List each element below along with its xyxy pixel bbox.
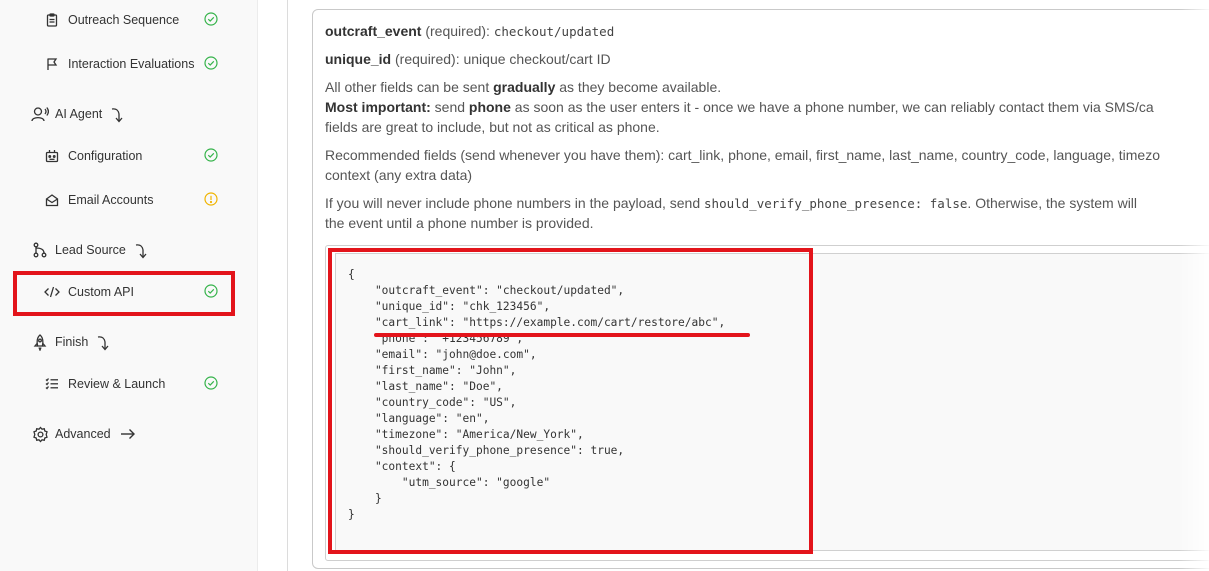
sidebar-section-finish[interactable]: Finish xyxy=(31,327,112,357)
sidebar: Outreach Sequence Interaction Evaluation… xyxy=(0,0,258,571)
flag-icon xyxy=(44,56,60,72)
arrow-turn-down-icon xyxy=(134,240,150,260)
text-segment: send xyxy=(430,99,469,115)
sidebar-item-configuration[interactable]: Configuration xyxy=(44,141,224,171)
check-circle-icon xyxy=(204,376,218,390)
text-bold: Most important: xyxy=(325,99,431,115)
sidebar-section-label: AI Agent xyxy=(55,107,103,121)
custom-api-highlight xyxy=(13,271,235,316)
clipboard-icon xyxy=(44,12,60,28)
recommended-text: Recommended fields (send whenever you ha… xyxy=(325,147,1161,163)
inline-code: should_verify_phone_presence: false xyxy=(704,196,968,211)
sidebar-item-label: Review & Launch xyxy=(68,377,166,391)
sidebar-section-label: Finish xyxy=(55,335,89,349)
field-value: checkout/updated xyxy=(493,24,615,39)
sidebar-item-label: Email Accounts xyxy=(68,193,154,207)
sidebar-item-label: Interaction Evaluations xyxy=(68,57,195,71)
id-field-line: unique_id (required): unique checkout/ca… xyxy=(325,51,611,67)
rocket-icon xyxy=(31,333,49,351)
sidebar-section-advanced[interactable]: Advanced xyxy=(31,419,137,449)
verify-text-cont: the event until a phone number is provid… xyxy=(325,215,594,231)
gear-icon xyxy=(31,425,49,443)
sidebar-section-lead-source[interactable]: Lead Source xyxy=(31,235,150,265)
arrow-right-icon xyxy=(119,427,137,441)
important-text-cont: fields are great to include, but not as … xyxy=(325,119,660,135)
text-segment: as soon as the user enters it - once we … xyxy=(510,99,1154,115)
sidebar-item-outreach-sequence[interactable]: Outreach Sequence xyxy=(44,5,224,35)
text-segment: All other fields can be sent xyxy=(325,79,494,95)
field-name: outcraft_event xyxy=(325,23,422,39)
text-bold: phone xyxy=(468,99,511,115)
field-name: unique_id xyxy=(325,51,392,67)
mail-open-icon xyxy=(44,192,60,208)
warning-circle-icon xyxy=(204,192,218,206)
check-circle-icon xyxy=(204,56,218,70)
sidebar-item-review-launch[interactable]: Review & Launch xyxy=(44,369,224,399)
field-value: unique checkout/cart ID xyxy=(463,51,611,67)
sidebar-section-ai-agent[interactable]: AI Agent xyxy=(31,99,126,129)
check-circle-icon xyxy=(204,12,218,26)
required-label: (required): xyxy=(391,51,464,67)
text-segment: If you will never include phone numbers … xyxy=(325,195,705,211)
configuration-icon xyxy=(44,148,60,164)
sidebar-item-label: Outreach Sequence xyxy=(68,13,180,27)
sidebar-item-email-accounts[interactable]: Email Accounts xyxy=(44,185,224,215)
event-field-line: outcraft_event (required): checkout/upda… xyxy=(325,23,614,39)
agent-icon xyxy=(31,105,49,123)
required-label: (required): xyxy=(421,23,494,39)
important-text: Most important: send phone as soon as th… xyxy=(325,99,1154,115)
sidebar-section-label: Lead Source xyxy=(55,243,126,257)
verify-text: If you will never include phone numbers … xyxy=(325,195,1137,211)
gradual-text: All other fields can be sent gradually a… xyxy=(325,79,721,95)
arrow-turn-down-icon xyxy=(96,332,112,352)
text-segment: as they become available. xyxy=(555,79,722,95)
recommended-text-cont: context (any extra data) xyxy=(325,167,473,183)
sidebar-item-interaction-evaluations[interactable]: Interaction Evaluations xyxy=(44,49,224,79)
text-bold: gradually xyxy=(493,79,556,95)
right-edge-fade xyxy=(1179,0,1209,571)
list-check-icon xyxy=(44,376,60,392)
sidebar-item-label: Configuration xyxy=(68,149,143,163)
text-segment: . Otherwise, the system will xyxy=(967,195,1138,211)
arrow-turn-down-icon xyxy=(110,104,126,124)
check-circle-icon xyxy=(204,148,218,162)
code-block-highlight xyxy=(328,248,813,554)
sidebar-section-label: Advanced xyxy=(55,427,111,441)
lead-source-icon xyxy=(31,241,49,259)
